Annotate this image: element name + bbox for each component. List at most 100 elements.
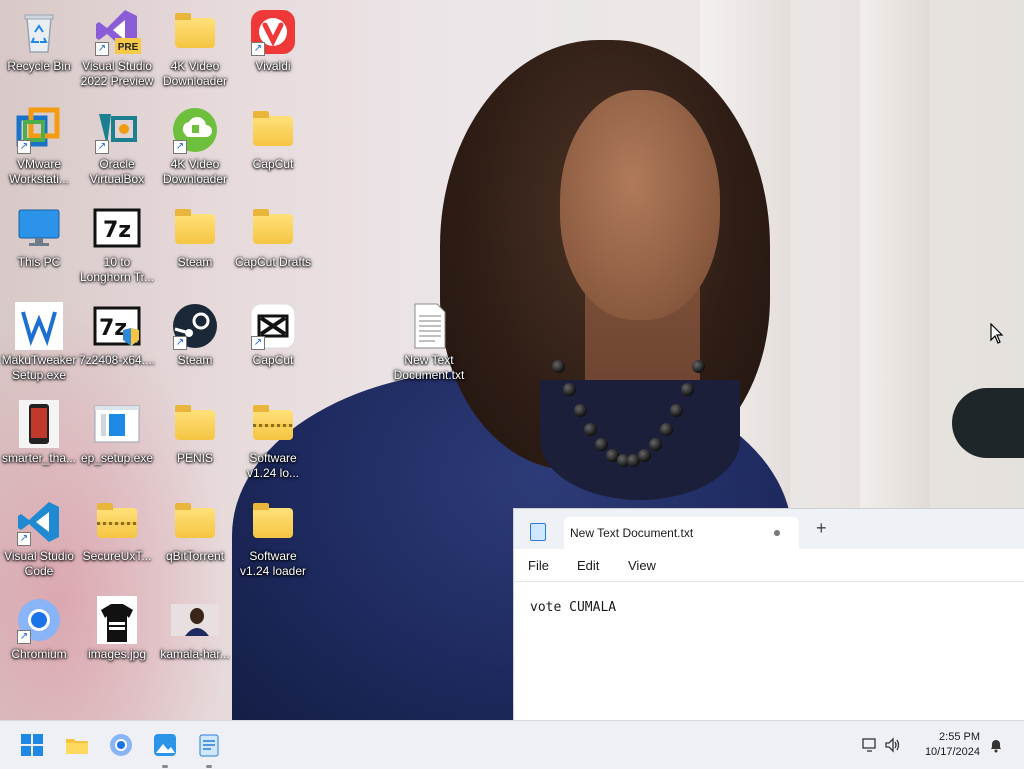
- menu-edit[interactable]: Edit: [577, 558, 599, 573]
- shortcut-arrow-icon: ↗: [173, 140, 187, 154]
- tab-title: New Text Document.txt: [570, 526, 694, 540]
- ep-setup-icon: [94, 405, 140, 443]
- desktop-icon-software-zip[interactable]: Software v1.24 lo...: [234, 400, 312, 481]
- notepad-window[interactable]: New Text Document.txt + File Edit View v…: [514, 509, 1024, 720]
- shortcut-arrow-icon: ↗: [173, 336, 187, 350]
- desktop-icon-capcut-folder[interactable]: CapCut: [234, 106, 312, 172]
- desktop-icon-makutweaker[interactable]: MakuTweaker Setup.exe: [0, 302, 78, 383]
- shortcut-arrow-icon: ↗: [17, 532, 31, 546]
- desktop-icon-recycle-bin[interactable]: Recycle Bin: [0, 8, 78, 74]
- shortcut-arrow-icon: ↗: [251, 42, 265, 56]
- desktop-icon-images-jpg[interactable]: images.jpg: [78, 596, 156, 662]
- desktop-icon-7zip-installer[interactable]: 7z 7z2408-x64....: [78, 302, 156, 368]
- file-explorer-icon[interactable]: [65, 733, 89, 757]
- folder-icon: [171, 204, 219, 252]
- taskbar: 2:55 PM 10/17/2024: [0, 720, 1024, 769]
- shortcut-arrow-icon: ↗: [251, 336, 265, 350]
- folder-icon: [171, 498, 219, 546]
- desktop-icon-label: Visual Studio Code: [4, 549, 74, 578]
- desktop-icon-vscode[interactable]: ↗ Visual Studio Code: [0, 498, 78, 579]
- desktop-icon-ep-setup[interactable]: ep_setup.exe: [78, 400, 156, 466]
- image-thumbnail-icon: [171, 604, 219, 636]
- desktop-icon-label: 4K Video Downloader: [162, 157, 228, 186]
- desktop-icon-software-loader[interactable]: Software v1.24 loader: [234, 498, 312, 579]
- necklace-pearl: [562, 382, 576, 396]
- zip-folder-icon: [93, 498, 141, 546]
- desktop-icon-label: Software v1.24 lo...: [246, 451, 300, 480]
- photos-icon[interactable]: [153, 733, 177, 757]
- notepad-tab-bar: New Text Document.txt +: [514, 509, 1024, 549]
- desktop-icon-label: 10 to Longhorn Tr...: [79, 255, 155, 284]
- new-tab-button[interactable]: +: [816, 518, 827, 539]
- wallpaper-collar: [540, 380, 740, 500]
- clock-date: 10/17/2024: [924, 746, 980, 758]
- desktop-icon-label: This PC: [17, 255, 61, 269]
- desktop-icon-label: ep_setup.exe: [80, 451, 154, 465]
- desktop-icon-label: PENIS: [176, 451, 213, 465]
- preview-badge: PRE: [118, 42, 139, 53]
- desktop-icon-capcut[interactable]: ↗ CapCut: [234, 302, 312, 368]
- network-icon[interactable]: [862, 737, 878, 753]
- desktop-icon-label: smarter_tha...: [1, 451, 77, 465]
- desktop-icon-new-text-document[interactable]: New Text Document.txt: [390, 302, 468, 383]
- desktop-icon-secureuxt[interactable]: SecureUxT...: [78, 498, 156, 564]
- notepad-menu-bar: File Edit View: [514, 549, 1024, 582]
- desktop-icon-label: Chromium: [11, 647, 67, 661]
- windows-start-icon[interactable]: [20, 733, 44, 757]
- desktop-icon-label: New Text Document.txt: [393, 353, 465, 382]
- desktop-icon-vivaldi[interactable]: ↗ Vivaldi: [234, 8, 312, 74]
- notepad-text-area[interactable]: vote CUMALA: [530, 600, 616, 615]
- desktop-icon-steam-folder[interactable]: Steam: [156, 204, 234, 270]
- desktop-icon-visual-studio-preview[interactable]: PRE ↗ Visual Studio 2022 Preview: [78, 8, 156, 89]
- system-clock[interactable]: 2:55 PM 10/17/2024: [916, 730, 980, 760]
- desktop-icon-qbittorrent-folder[interactable]: qBitTorrent: [156, 498, 234, 564]
- clock-time: 2:55 PM: [939, 731, 980, 743]
- svg-text:7z: 7z: [99, 316, 127, 341]
- desktop-icon-label: Recycle Bin: [7, 59, 71, 73]
- volume-icon[interactable]: [884, 737, 902, 753]
- desktop-icon-steam[interactable]: ↗ Steam: [156, 302, 234, 368]
- folder-icon: [249, 498, 297, 546]
- desktop-icon-label: CapCut: [252, 353, 294, 367]
- notification-bell-icon[interactable]: [988, 737, 1004, 753]
- desktop-icon-label: Software v1.24 loader: [239, 549, 307, 578]
- desktop-icon-label: SecureUxT...: [82, 549, 152, 563]
- desktop-icon-chromium[interactable]: ↗ Chromium: [0, 596, 78, 662]
- menu-file[interactable]: File: [528, 558, 549, 573]
- menu-view[interactable]: View: [628, 558, 656, 573]
- tab-new-text-document[interactable]: New Text Document.txt: [564, 517, 799, 549]
- necklace-pearl: [573, 404, 587, 418]
- desktop-icon-label: 7z2408-x64....: [78, 353, 156, 367]
- desktop-icon-4k-video-downloader[interactable]: ↗ 4K Video Downloader: [156, 106, 234, 187]
- desktop-icon-longhorn[interactable]: 7z 10 to Longhorn Tr...: [78, 204, 156, 285]
- necklace-pearl: [638, 448, 652, 462]
- chromium-taskbar-icon[interactable]: [109, 733, 133, 757]
- makutweaker-icon: [15, 302, 63, 350]
- desktop-icon-label: Oracle VirtualBox: [89, 157, 145, 186]
- necklace-pearl: [681, 382, 695, 396]
- wallpaper-face: [560, 90, 720, 320]
- desktop-icon-this-pc[interactable]: This PC: [0, 204, 78, 270]
- necklace-pearl: [659, 422, 673, 436]
- unsaved-dot-icon[interactable]: [774, 530, 780, 536]
- notepad-taskbar-icon[interactable]: [197, 733, 221, 757]
- necklace-pearl: [692, 360, 705, 373]
- necklace-pearl: [648, 438, 662, 452]
- folder-icon: [249, 204, 297, 252]
- desktop-icon-label: VMware Workstati...: [9, 157, 69, 186]
- zip-folder-icon: [249, 400, 297, 448]
- desktop-icon-penis-folder[interactable]: PENIS: [156, 400, 234, 466]
- desktop: Recycle Bin ↗ VMware Workstati... This P…: [0, 0, 1024, 720]
- desktop-icon-smarter-image[interactable]: smarter_tha...: [0, 400, 78, 466]
- desktop-icon-vmware[interactable]: ↗ VMware Workstati...: [0, 106, 78, 187]
- folder-icon: [171, 400, 219, 448]
- desktop-icon-kamala-image[interactable]: kamala-har...: [156, 596, 234, 662]
- desktop-icon-label: Steam: [177, 353, 213, 367]
- folder-icon: [171, 8, 219, 56]
- desktop-icon-4k-folder[interactable]: 4K Video Downloader: [156, 8, 234, 89]
- shortcut-arrow-icon: ↗: [95, 140, 109, 154]
- image-thumbnail-icon: [97, 596, 137, 644]
- desktop-icon-label: qBitTorrent: [165, 549, 225, 563]
- desktop-icon-capcut-drafts[interactable]: CapCut Drafts: [234, 204, 312, 270]
- desktop-icon-virtualbox[interactable]: ↗ Oracle VirtualBox: [78, 106, 156, 187]
